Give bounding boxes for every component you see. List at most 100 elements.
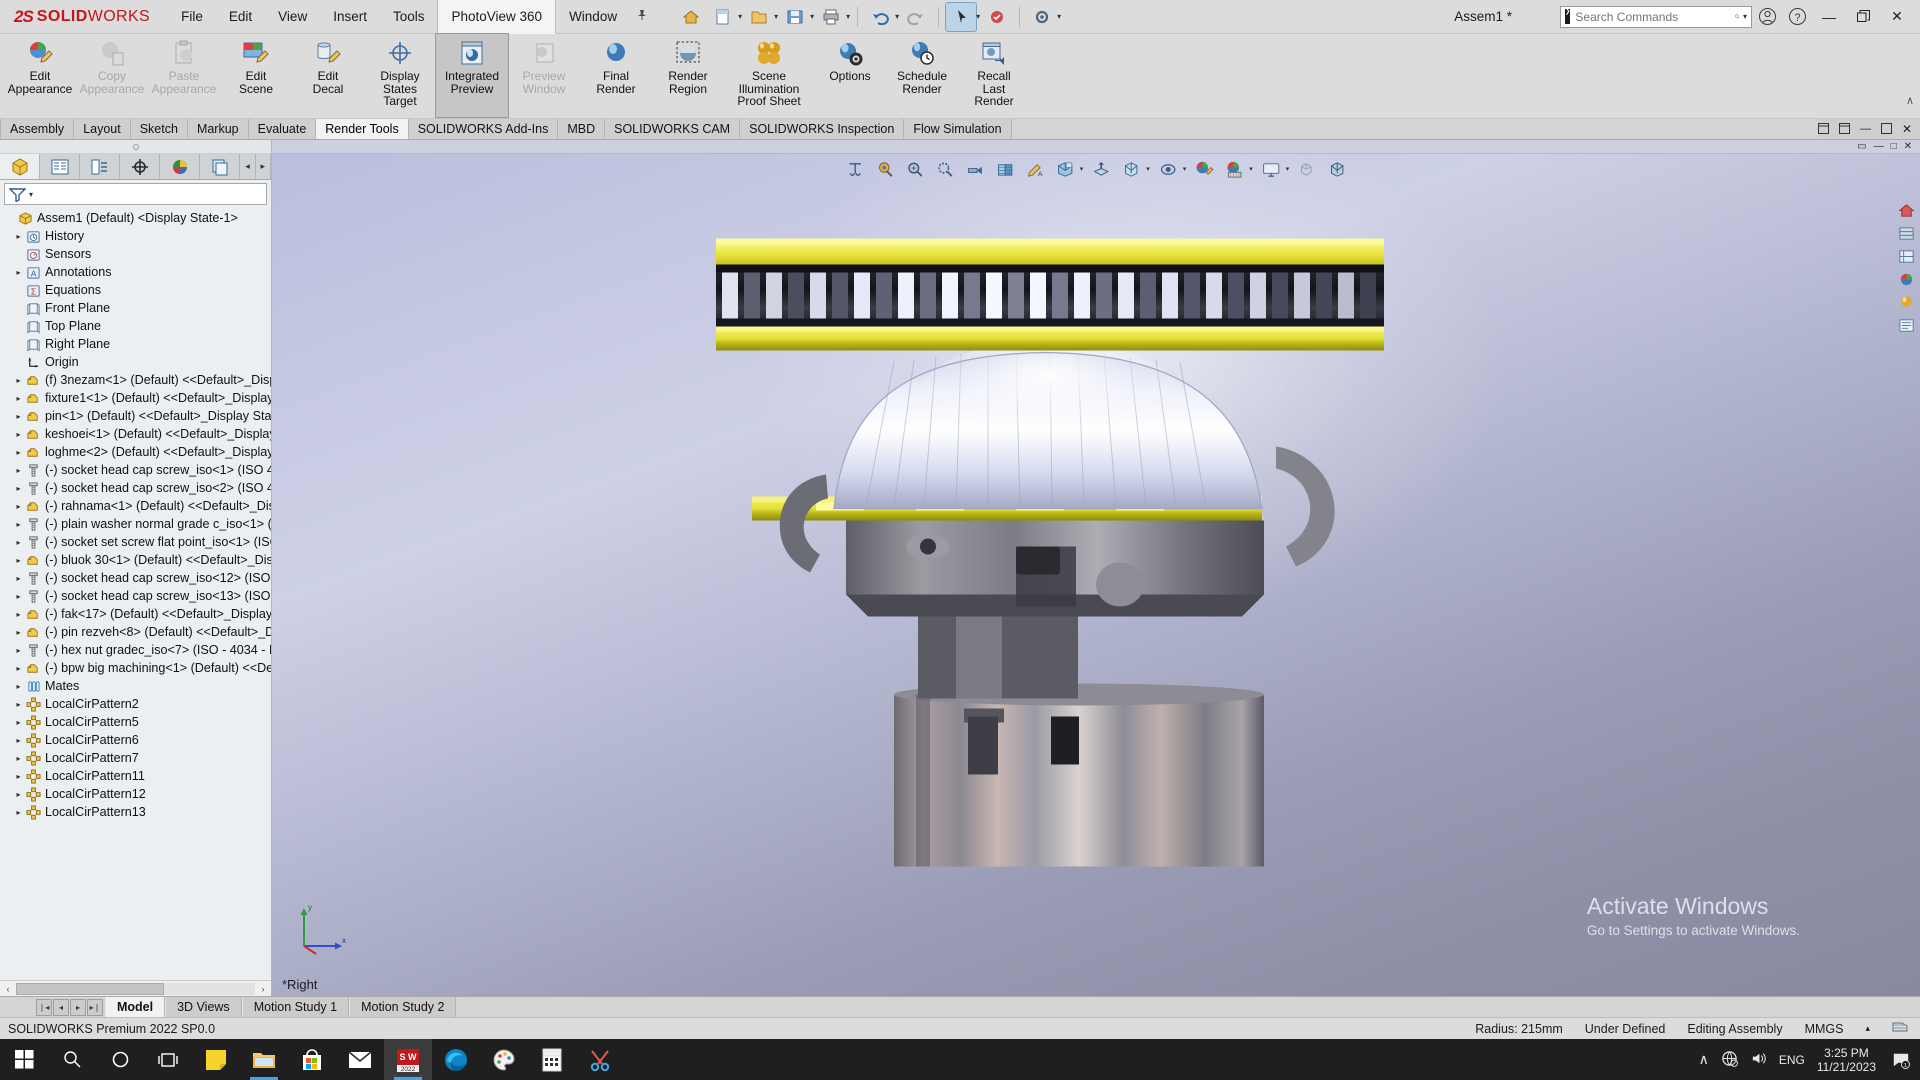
property-manager-tab[interactable] <box>40 154 81 179</box>
scroll-track[interactable] <box>16 982 255 995</box>
tree-arrow[interactable]: ▸ <box>12 754 25 763</box>
select-dropdown-caret[interactable]: ▾ <box>976 12 980 21</box>
tree-arrow[interactable]: ▸ <box>12 700 25 709</box>
appearance-cube-icon[interactable] <box>1053 158 1077 180</box>
save-icon[interactable] <box>780 3 810 31</box>
display-style-icon[interactable] <box>993 158 1017 180</box>
tree-item-localcirpattern6[interactable]: ▸ LocalCirPattern6 <box>0 731 271 749</box>
tree-item-bluok-30[interactable]: ▸ (-) bluok 30<1> (Default) <<Default>_D… <box>0 551 271 569</box>
tab-markup[interactable]: Markup <box>187 119 249 139</box>
tree-arrow[interactable]: ▸ <box>12 772 25 781</box>
zoom-to-fit-icon[interactable] <box>843 158 867 180</box>
menu-photoview-360[interactable]: PhotoView 360 <box>437 0 557 34</box>
recall-last-render-button[interactable]: Recall Last Render <box>958 34 1030 117</box>
paint-button[interactable] <box>480 1039 528 1080</box>
document-overlay-icon[interactable] <box>1892 1020 1908 1037</box>
undo-dropdown-caret[interactable]: ▾ <box>895 12 899 21</box>
preview-window-button[interactable]: Preview Window <box>508 34 580 117</box>
tree-arrow[interactable]: ▸ <box>12 412 25 421</box>
tree-item-front-plane[interactable]: Front Plane <box>0 299 271 317</box>
display-manager-tab[interactable] <box>160 154 201 179</box>
tree-arrow[interactable]: ▸ <box>12 610 25 619</box>
dimxpert-manager-tab[interactable] <box>120 154 161 179</box>
first-tab-button[interactable]: ❘◂ <box>36 998 52 1016</box>
user-account-icon[interactable] <box>1752 2 1782 32</box>
undo-icon[interactable] <box>865 3 895 31</box>
microsoft-store-button[interactable] <box>288 1039 336 1080</box>
tab-layout[interactable]: Layout <box>74 119 131 139</box>
open-dropdown-caret[interactable]: ▾ <box>774 12 778 21</box>
menu-edit[interactable]: Edit <box>216 0 265 34</box>
view-orientation-cube-icon[interactable] <box>1119 158 1143 180</box>
tree-arrow[interactable]: ▸ <box>12 718 25 727</box>
tree-item-history[interactable]: ▸ History <box>0 227 271 245</box>
edit-scene-button[interactable]: Edit Scene <box>220 34 292 117</box>
tree-item-localcirpattern7[interactable]: ▸ LocalCirPattern7 <box>0 749 271 767</box>
tree-arrow[interactable]: ▸ <box>12 682 25 691</box>
view-settings-icon[interactable] <box>1259 158 1283 180</box>
tree-item-top-plane[interactable]: Top Plane <box>0 317 271 335</box>
filter-dropdown-caret[interactable]: ▾ <box>29 190 33 199</box>
tree-item-origin[interactable]: Origin <box>0 353 271 371</box>
tree-arrow[interactable]: ▸ <box>12 628 25 637</box>
previous-view-icon[interactable] <box>903 158 927 180</box>
tree-arrow[interactable]: ▸ <box>12 448 25 457</box>
next-tab-button[interactable]: ▸ <box>70 998 86 1016</box>
scene-pane-icon[interactable] <box>1896 292 1916 312</box>
cortana-button[interactable] <box>96 1039 144 1080</box>
new-document-dropdown-caret[interactable]: ▾ <box>738 12 742 21</box>
tab-render-tools[interactable]: Render Tools <box>316 119 409 139</box>
hide-show-eye-icon[interactable] <box>1156 158 1180 180</box>
view-cube-icon[interactable] <box>1325 158 1349 180</box>
tab-solidworks-add-ins[interactable]: SOLIDWORKS Add-Ins <box>408 119 559 139</box>
tree-item-socket-head-cap-screw-13[interactable]: ▸ (-) socket head cap screw_iso<13> (ISO… <box>0 587 271 605</box>
options-dropdown-caret[interactable]: ▾ <box>1057 12 1061 21</box>
view-home-icon[interactable] <box>1896 200 1916 220</box>
exploded-view-icon[interactable] <box>1295 158 1319 180</box>
tree-arrow[interactable]: ▸ <box>12 538 25 547</box>
doc-tab-3d-views[interactable]: 3D Views <box>165 997 242 1017</box>
maximize-window-button[interactable] <box>1846 2 1880 32</box>
restore-down-icon[interactable] <box>1817 122 1829 137</box>
tree-arrow[interactable]: ▸ <box>12 574 25 583</box>
tree-item-annotations[interactable]: ▸ A Annotations <box>0 263 271 281</box>
tree-item-keshoei[interactable]: ▸ keshoei<1> (Default) <<Default>_Displa… <box>0 425 271 443</box>
tree-item-pin-rezveh[interactable]: ▸ (-) pin rezveh<8> (Default) <<Default>… <box>0 623 271 641</box>
tree-item-pin[interactable]: ▸ pin<1> (Default) <<Default>_Display St… <box>0 407 271 425</box>
integrated-preview-button[interactable]: Integrated Preview <box>435 33 509 118</box>
edit-appearance-button[interactable]: Edit Appearance <box>4 34 76 117</box>
tab-evaluate[interactable]: Evaluate <box>248 119 317 139</box>
tree-arrow[interactable]: ▸ <box>12 556 25 565</box>
tree-item-hex-nut-gradec[interactable]: ▸ (-) hex nut gradec_iso<7> (ISO - 4034 … <box>0 641 271 659</box>
tree-item-localcirpattern11[interactable]: ▸ LocalCirPattern11 <box>0 767 271 785</box>
viewport-close-icon[interactable]: ✕ <box>1904 141 1912 152</box>
menu-tools[interactable]: Tools <box>380 0 438 34</box>
panel-splitter-grip[interactable] <box>0 140 271 154</box>
tree-item-localcirpattern5[interactable]: ▸ LocalCirPattern5 <box>0 713 271 731</box>
tab-solidworks-cam[interactable]: SOLIDWORKS CAM <box>605 119 741 139</box>
tree-item-socket-head-cap-screw-2[interactable]: ▸ (-) socket head cap screw_iso<2> (ISO … <box>0 479 271 497</box>
tab-assembly[interactable]: Assembly <box>0 119 75 139</box>
tabstrip-next-button[interactable]: ▸ <box>256 154 271 179</box>
tree-arrow[interactable]: ▸ <box>12 502 25 511</box>
viewsettings-dropdown-caret[interactable]: ▾ <box>1286 165 1290 173</box>
network-globe-icon[interactable] <box>1721 1050 1738 1070</box>
tree-item-socket-head-cap-screw-1[interactable]: ▸ (-) socket head cap screw_iso<1> (ISO … <box>0 461 271 479</box>
rebuild-icon[interactable] <box>982 3 1012 31</box>
status-units-caret[interactable]: ▴ <box>1865 1023 1870 1034</box>
tab-mbd[interactable]: MBD <box>558 119 606 139</box>
feature-filter-row[interactable]: ▾ <box>4 183 267 205</box>
language-indicator[interactable]: ENG <box>1779 1053 1805 1067</box>
search-dropdown-caret[interactable]: ▾ <box>1743 12 1747 21</box>
view-orientation-icon[interactable] <box>963 158 987 180</box>
tab-flow-simulation[interactable]: Flow Simulation <box>904 119 1012 139</box>
mail-button[interactable] <box>336 1039 384 1080</box>
schedule-render-button[interactable]: Schedule Render <box>886 34 958 117</box>
view-orientation-list-icon[interactable] <box>1896 223 1916 243</box>
tree-arrow[interactable]: ▸ <box>12 664 25 673</box>
search-taskbar-button[interactable] <box>48 1039 96 1080</box>
display-pane-icon[interactable] <box>1896 246 1916 266</box>
edit-decal-button[interactable]: Edit Decal <box>292 34 364 117</box>
close-window-button[interactable]: ✕ <box>1880 2 1914 32</box>
decal-pane-icon[interactable] <box>1896 315 1916 335</box>
